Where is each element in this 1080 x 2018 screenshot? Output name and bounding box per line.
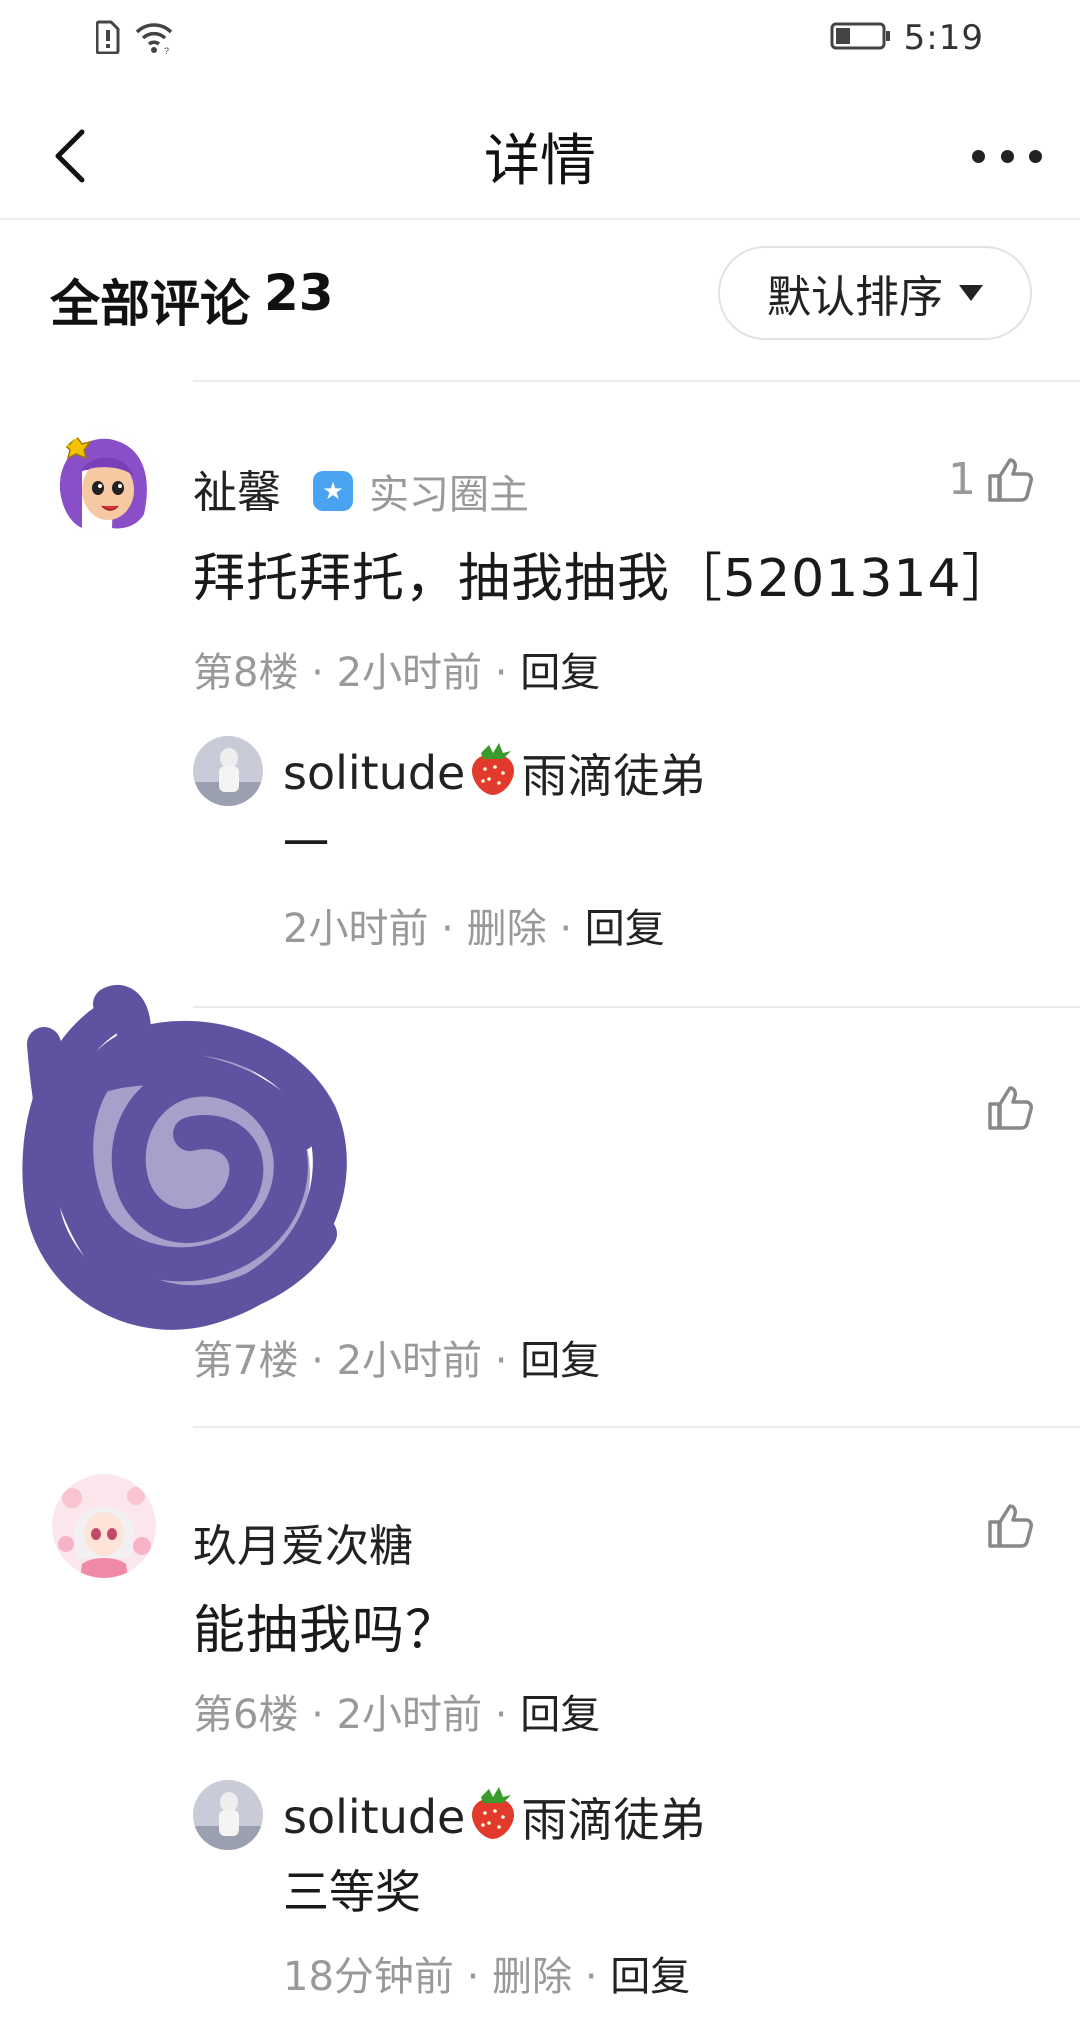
comment-meta: 第6楼 · 2小时前 · 回复 xyxy=(193,1692,601,1738)
more-dot-icon xyxy=(972,149,985,163)
comment-item: 玖月爱次糖 能抽我吗？ 第6楼 · 2小时前 · 回复 solitude 雨滴徒… xyxy=(0,1426,1080,2018)
cartoon-girl-avatar-icon xyxy=(52,430,156,534)
battery-icon xyxy=(830,21,892,55)
reply-time: 18分钟前 xyxy=(283,1954,454,2000)
strawberry-icon xyxy=(469,1785,517,1850)
reply-text: 一 xyxy=(283,817,329,871)
avatar[interactable] xyxy=(52,430,156,534)
reply-username[interactable]: solitude 雨滴徒弟 xyxy=(283,1784,705,1850)
comment-item: 第7楼 · 2小时前 · 回复 xyxy=(0,985,1080,1426)
comment-item: 祉馨 ★ 实习圈主 1 拜托拜托，抽我抽我［5201314］ 第8楼 · 2小时… xyxy=(0,380,1080,1006)
floor-number: 第7楼 xyxy=(193,1338,299,1384)
comment-username[interactable]: 玖月爱次糖 xyxy=(193,1510,413,1574)
reply-item: solitude 雨滴徒弟 一 2小时前 · 删除 · 回复 xyxy=(193,736,1033,956)
delete-link[interactable]: 删除 xyxy=(467,906,547,952)
sim-alert-icon xyxy=(95,20,120,58)
status-time: 5:19 xyxy=(903,18,984,58)
anime-girl-avatar-icon xyxy=(52,1474,156,1578)
reply-meta: 2小时前 · 删除 · 回复 xyxy=(283,906,665,952)
reply-avatar[interactable] xyxy=(193,1780,263,1850)
reply-avatar[interactable] xyxy=(193,736,263,806)
redaction-scribble xyxy=(22,985,347,1330)
reply-link[interactable]: 回复 xyxy=(585,906,665,952)
like-count: 1 xyxy=(948,454,976,505)
svg-text:?: ? xyxy=(164,46,169,54)
reply-username[interactable]: solitude 雨滴徒弟 xyxy=(283,740,705,806)
role-badge: ★ 实习圈主 xyxy=(313,462,529,520)
role-badge-label: 实习圈主 xyxy=(369,472,529,518)
like-button[interactable] xyxy=(986,1084,1034,1132)
avatar[interactable] xyxy=(52,1474,156,1578)
comment-count: 23 xyxy=(264,264,334,322)
comment-username[interactable]: 祉馨 xyxy=(193,456,281,520)
page-title: 详情 xyxy=(484,129,596,194)
floor-number: 第6楼 xyxy=(193,1692,299,1738)
user-photo-icon xyxy=(193,736,263,806)
delete-link[interactable]: 删除 xyxy=(492,1954,572,2000)
reply-link[interactable]: 回复 xyxy=(520,650,600,696)
comment-time: 2小时前 xyxy=(336,1692,483,1738)
thumbs-up-icon xyxy=(988,1086,1033,1130)
comment-text: 能抽我吗？ xyxy=(193,1601,459,1661)
thumbs-up-icon xyxy=(988,457,1033,502)
comment-meta: 第8楼 · 2小时前 · 回复 xyxy=(193,650,601,696)
comment-time: 2小时前 xyxy=(336,650,483,696)
all-comments-label: 全部评论 xyxy=(50,275,250,333)
like-button[interactable] xyxy=(986,1502,1034,1550)
nav-bar: 详情 xyxy=(0,90,1080,220)
wifi-icon: ? xyxy=(134,20,174,58)
sort-dropdown[interactable]: 默认排序 xyxy=(718,246,1032,340)
reply-link[interactable]: 回复 xyxy=(520,1692,600,1738)
comments-header: 全部评论 23 默认排序 xyxy=(0,246,1080,346)
reply-time: 2小时前 xyxy=(283,906,429,952)
reply-link[interactable]: 回复 xyxy=(610,1954,690,2000)
reply-item: solitude 雨滴徒弟 三等奖 18分钟前 · 删除 · 回复 xyxy=(193,1780,1033,2010)
user-photo-icon xyxy=(193,1780,263,1850)
reply-link[interactable]: 回复 xyxy=(520,1338,600,1384)
reply-meta: 18分钟前 · 删除 · 回复 xyxy=(283,1954,691,2000)
status-bar: ? 5:19 xyxy=(0,0,1080,80)
comment-time: 2小时前 xyxy=(336,1338,483,1384)
like-button[interactable]: 1 xyxy=(948,454,1034,505)
sort-label: 默认排序 xyxy=(767,272,943,323)
caret-down-icon xyxy=(959,285,983,301)
strawberry-icon xyxy=(469,741,517,806)
floor-number: 第8楼 xyxy=(193,650,299,696)
star-badge-icon: ★ xyxy=(313,471,353,511)
reply-text: 三等奖 xyxy=(283,1865,421,1919)
thumbs-up-icon xyxy=(988,1504,1033,1548)
comment-text: 拜托拜托，抽我抽我［5201314］ xyxy=(193,549,1015,609)
more-options-button[interactable] xyxy=(972,136,1042,176)
